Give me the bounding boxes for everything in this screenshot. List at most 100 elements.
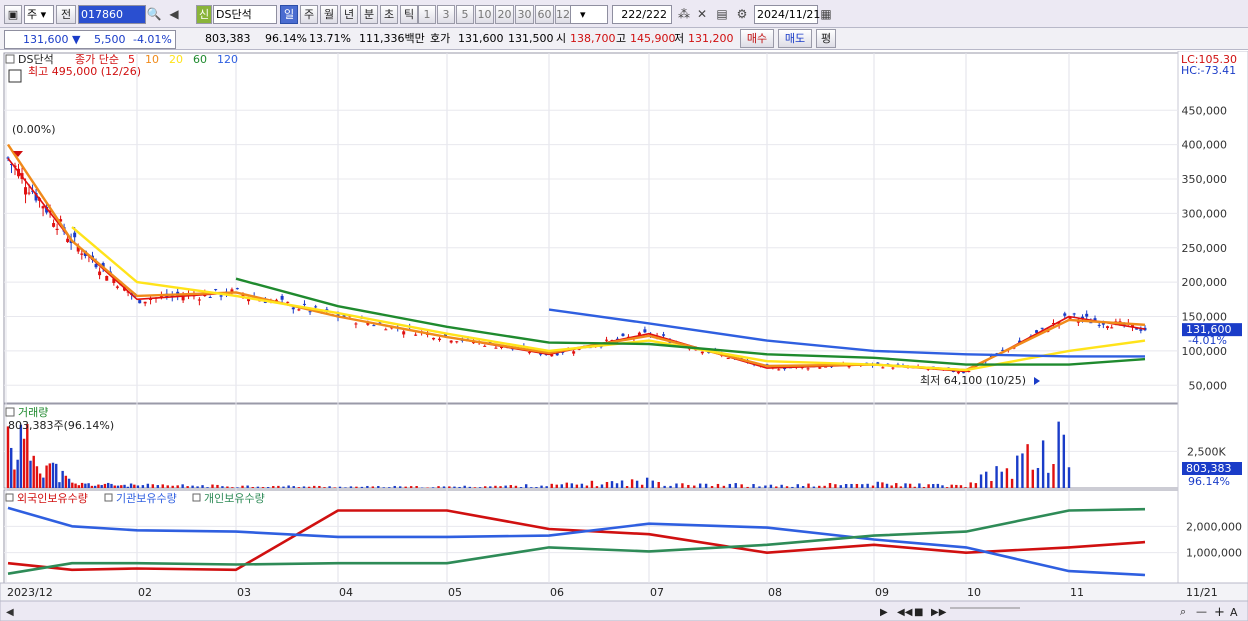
date-field[interactable]: 2024/11/21 bbox=[754, 5, 820, 24]
x-tick-label: 02 bbox=[138, 586, 152, 599]
price-y-tick: 400,000 bbox=[1182, 139, 1228, 152]
volume-bar bbox=[292, 486, 295, 488]
volume-bar bbox=[328, 486, 331, 488]
timeframe-tab-2[interactable]: 월 bbox=[320, 5, 338, 24]
minute-interval-6[interactable]: 60 bbox=[535, 5, 554, 24]
volume-bar bbox=[29, 460, 32, 488]
timeframe-tab-1[interactable]: 주 bbox=[300, 5, 318, 24]
volume-bar bbox=[42, 477, 45, 488]
volume-bar bbox=[453, 486, 456, 488]
zoom-out-icon: — bbox=[1196, 605, 1207, 618]
volume-bar bbox=[651, 480, 654, 488]
eval-button[interactable]: 평 bbox=[816, 29, 836, 48]
panel-toggle-icon[interactable] bbox=[5, 54, 15, 64]
volume-bar bbox=[630, 479, 634, 488]
stock-chart[interactable]: 2023/12 02 03 04 05 06 07 08 09 10 11 11/21 450,000 4… bbox=[0, 51, 1248, 621]
volume-bar bbox=[590, 480, 594, 488]
calendar-icon[interactable] bbox=[8, 69, 22, 83]
volume-bar bbox=[605, 481, 609, 488]
zoom-in-icon: + bbox=[1214, 605, 1225, 620]
panel-toggle-icon[interactable] bbox=[5, 407, 15, 417]
count-field[interactable]: 222/222 bbox=[612, 5, 672, 24]
minute-interval-0[interactable]: 1 bbox=[418, 5, 436, 24]
candle-body bbox=[138, 300, 142, 304]
series-toggle-icon[interactable] bbox=[104, 493, 113, 502]
timeframe-tab-0[interactable]: 일 bbox=[280, 5, 298, 24]
volume-bar bbox=[876, 481, 879, 488]
volume-bar bbox=[1010, 478, 1014, 488]
volume-bar bbox=[979, 474, 983, 488]
change-pct: -4.01% bbox=[132, 33, 172, 46]
candle-body bbox=[605, 339, 609, 341]
candle-body bbox=[1040, 327, 1044, 329]
volume-bar bbox=[1036, 467, 1040, 488]
window-menu-icon[interactable]: ▣ bbox=[4, 5, 22, 24]
speaker-icon[interactable]: ◀ bbox=[166, 6, 182, 22]
max-price-note: 최고 495,000 (12/26) bbox=[28, 65, 141, 78]
volume-bar bbox=[710, 486, 714, 488]
volume-bar bbox=[796, 484, 799, 488]
buy-button[interactable]: 매수 bbox=[740, 29, 774, 48]
timeframe-tab-4[interactable]: 분 bbox=[360, 5, 378, 24]
holding-y-tick: 1,000,000 bbox=[1186, 547, 1242, 560]
price-y-tick: 150,000 bbox=[1182, 311, 1228, 324]
timeframe-tab-6[interactable]: 틱 bbox=[400, 5, 418, 24]
search-icon[interactable]: 🔍 bbox=[146, 6, 162, 22]
link-icon[interactable]: ⁂ bbox=[676, 6, 692, 22]
series-toggle-icon[interactable] bbox=[5, 493, 14, 502]
stock-code-input[interactable]: 017860 bbox=[78, 5, 146, 24]
volume-bar bbox=[657, 481, 660, 488]
volume-bar bbox=[87, 483, 90, 488]
minute-interval-2[interactable]: 5 bbox=[456, 5, 474, 24]
candle-body bbox=[1110, 327, 1114, 329]
high-value: 145,900 bbox=[630, 32, 676, 45]
gear-icon[interactable]: ⚙ bbox=[734, 6, 750, 22]
tool-icon[interactable]: ✕ bbox=[694, 6, 710, 22]
volume-bar bbox=[1041, 440, 1045, 488]
volume-bar bbox=[871, 485, 875, 488]
price-y-tick: 50,000 bbox=[1189, 379, 1228, 392]
playback-icon-2: ■ bbox=[914, 607, 923, 618]
holding-y-tick: 2,000,000 bbox=[1186, 520, 1242, 533]
volume-bar bbox=[151, 484, 155, 488]
playback-icon-0: ▶ bbox=[880, 607, 888, 618]
calendar-icon[interactable]: ▦ bbox=[818, 6, 834, 22]
x-tick-label: 09 bbox=[875, 586, 889, 599]
save-icon[interactable]: ▤ bbox=[714, 6, 730, 22]
volume-bar bbox=[839, 485, 842, 488]
timeframe-tab-5[interactable]: 초 bbox=[380, 5, 398, 24]
timeframe-tab-3[interactable]: 년 bbox=[340, 5, 358, 24]
candle-body bbox=[52, 223, 56, 227]
sell-button[interactable]: 매도 bbox=[778, 29, 812, 48]
volume-bar bbox=[640, 484, 644, 488]
font-size-icon: A bbox=[1230, 606, 1238, 619]
volume-bar bbox=[100, 485, 103, 488]
volume-bar bbox=[266, 487, 270, 488]
minute-interval-5[interactable]: 30 bbox=[515, 5, 534, 24]
interval-select[interactable]: ▾ bbox=[570, 5, 608, 24]
candle-body bbox=[384, 329, 388, 331]
period-code-select[interactable]: 주 ▾ bbox=[24, 5, 54, 24]
candle-body bbox=[494, 347, 498, 349]
volume-bar bbox=[26, 423, 29, 488]
volume-bar bbox=[1000, 471, 1003, 488]
volume-bar bbox=[540, 485, 543, 488]
volume-bar bbox=[77, 485, 81, 488]
candle-body bbox=[297, 309, 301, 311]
volume-bar bbox=[740, 484, 743, 488]
minute-interval-4[interactable]: 20 bbox=[495, 5, 514, 24]
minute-interval-3[interactable]: 10 bbox=[475, 5, 494, 24]
volume-bar bbox=[176, 485, 179, 488]
volume-bar bbox=[675, 483, 678, 488]
prev-button[interactable]: 전 bbox=[56, 5, 76, 24]
volume-title: 거래량 bbox=[18, 406, 48, 419]
volume-bar bbox=[261, 487, 265, 488]
stock-name-field[interactable]: DS단석 bbox=[213, 5, 277, 24]
volume-bar bbox=[371, 486, 375, 488]
volume-bar bbox=[338, 486, 342, 488]
price-y-tick: 300,000 bbox=[1182, 207, 1228, 220]
candle-body bbox=[280, 295, 284, 300]
series-toggle-icon[interactable] bbox=[192, 493, 201, 502]
candle-body bbox=[818, 367, 822, 369]
minute-interval-1[interactable]: 3 bbox=[437, 5, 455, 24]
